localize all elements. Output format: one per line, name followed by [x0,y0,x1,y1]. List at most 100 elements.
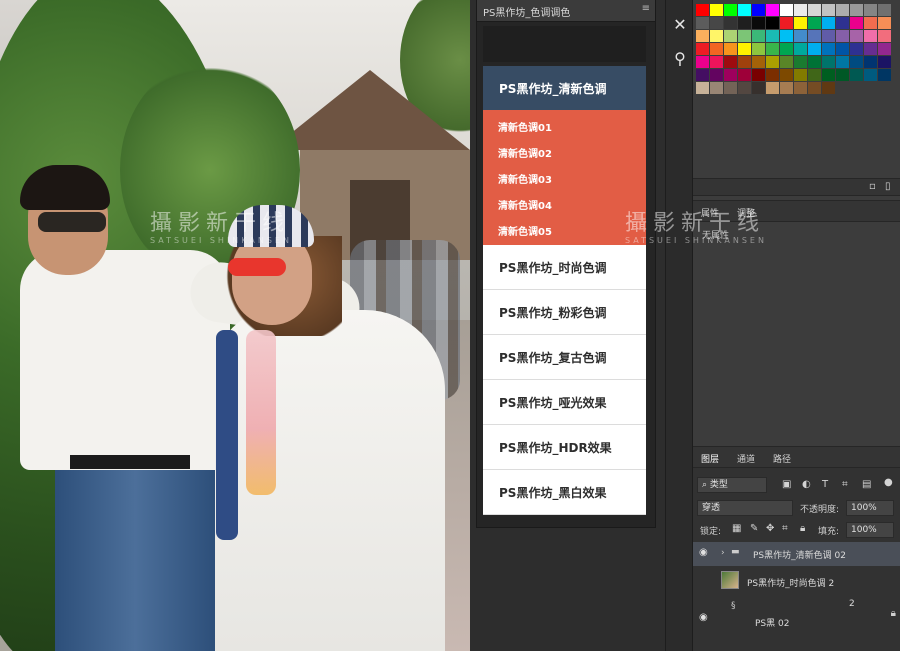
color-swatch[interactable] [696,69,709,81]
tab-paths[interactable]: 路径 [773,452,791,465]
color-swatch[interactable] [780,43,793,55]
menu-item-shishang[interactable]: PS黑作坊_时尚色调 [483,245,646,290]
submenu-item[interactable]: 清新色调04 [483,191,646,217]
color-swatch[interactable] [808,30,821,42]
color-swatch[interactable] [794,69,807,81]
color-swatch[interactable] [710,69,723,81]
color-swatch[interactable] [822,69,835,81]
color-swatch[interactable] [724,82,737,94]
color-swatch[interactable] [710,43,723,55]
color-swatch[interactable] [738,43,751,55]
color-swatch[interactable] [710,82,723,94]
menu-item-fencai[interactable]: PS黑作坊_粉彩色调 [483,290,646,335]
color-swatch[interactable] [696,17,709,29]
tools-crossed-icon[interactable]: ✕ [669,14,691,36]
color-swatch[interactable] [780,4,793,16]
color-swatch[interactable] [794,56,807,68]
lock-brush-icon[interactable]: ✎ [750,523,758,534]
color-swatch[interactable] [836,4,849,16]
color-swatch[interactable] [752,17,765,29]
color-swatch[interactable] [738,56,751,68]
filter-toggle-icon[interactable]: ● [884,477,893,488]
color-swatch[interactable] [710,17,723,29]
filter-pixel-icon[interactable]: ▣ [782,479,791,490]
color-swatch[interactable] [696,56,709,68]
color-swatch[interactable] [864,4,877,16]
color-swatch[interactable] [794,82,807,94]
color-swatch[interactable] [780,82,793,94]
color-swatch[interactable] [738,69,751,81]
color-swatch[interactable] [794,30,807,42]
color-swatch[interactable] [710,4,723,16]
color-swatch[interactable] [808,82,821,94]
color-swatch[interactable] [752,43,765,55]
color-swatch[interactable] [864,69,877,81]
color-swatch[interactable] [836,17,849,29]
color-swatch[interactable] [850,30,863,42]
action-panel-tab[interactable]: PS黑作坊_色调调色 ≡ [477,0,655,22]
color-swatch[interactable] [822,30,835,42]
color-swatch[interactable] [850,69,863,81]
color-swatch[interactable] [738,17,751,29]
color-swatch[interactable] [822,43,835,55]
layer-row[interactable]: PS黑 02 [693,614,900,638]
color-swatch[interactable] [766,4,779,16]
color-swatch[interactable] [794,43,807,55]
color-swatch[interactable] [850,4,863,16]
color-swatch[interactable] [752,82,765,94]
color-swatch[interactable] [878,56,891,68]
color-swatch[interactable] [878,43,891,55]
color-swatch[interactable] [864,43,877,55]
color-swatch[interactable] [836,56,849,68]
color-swatch[interactable] [878,69,891,81]
opacity-input[interactable]: 100% [846,500,894,516]
visibility-eye-icon[interactable]: ◉ [699,547,708,558]
color-swatch[interactable] [808,56,821,68]
color-swatch[interactable] [724,43,737,55]
color-swatch[interactable] [766,82,779,94]
color-swatch[interactable] [808,17,821,29]
color-swatch[interactable] [752,69,765,81]
color-swatch[interactable] [766,30,779,42]
color-swatch[interactable] [752,30,765,42]
color-swatch[interactable] [724,69,737,81]
color-swatch[interactable] [808,4,821,16]
menu-item-hdr[interactable]: PS黑作坊_HDR效果 [483,425,646,470]
filter-smart-icon[interactable]: ▤ [862,479,871,490]
color-swatch[interactable] [766,56,779,68]
color-swatch[interactable] [850,17,863,29]
color-swatch[interactable] [864,30,877,42]
color-swatch[interactable] [794,17,807,29]
submenu-item[interactable]: 清新色调01 [483,113,646,139]
lock-transparent-icon[interactable]: ▦ [732,523,741,534]
color-swatch[interactable] [738,82,751,94]
color-swatch[interactable] [864,56,877,68]
color-swatch[interactable] [850,43,863,55]
color-swatch[interactable] [696,82,709,94]
color-swatch[interactable] [878,30,891,42]
color-swatch[interactable] [878,4,891,16]
submenu-item[interactable]: 清新色调05 [483,217,646,243]
layer-filter-select[interactable]: ⌕ 类型 [697,477,767,493]
color-swatch[interactable] [738,30,751,42]
tab-channels[interactable]: 通道 [737,452,755,465]
filter-type-icon[interactable]: T [822,479,828,490]
menu-header-qingxin[interactable]: PS黑作坊_清新色调 [483,66,646,110]
color-swatch[interactable] [724,56,737,68]
color-swatch[interactable] [878,17,891,29]
submenu-item[interactable]: 清新色调03 [483,165,646,191]
filter-adjustment-icon[interactable]: ◐ [802,479,811,490]
color-swatch[interactable] [710,30,723,42]
color-swatch[interactable] [850,56,863,68]
stamp-pointer-icon[interactable]: ⚲ [669,48,691,70]
color-swatch[interactable] [766,69,779,81]
filter-shape-icon[interactable]: ⌗ [842,479,848,490]
color-swatch[interactable] [752,4,765,16]
tab-layers[interactable]: 图层 [701,452,719,465]
menu-item-yaguang[interactable]: PS黑作坊_哑光效果 [483,380,646,425]
panel-menu-icon[interactable]: ≡ [642,3,650,14]
blend-mode-select[interactable]: 穿透 [697,500,793,516]
color-swatch[interactable] [822,17,835,29]
trash-icon[interactable]: ▯ [885,181,891,192]
color-swatch[interactable] [766,17,779,29]
